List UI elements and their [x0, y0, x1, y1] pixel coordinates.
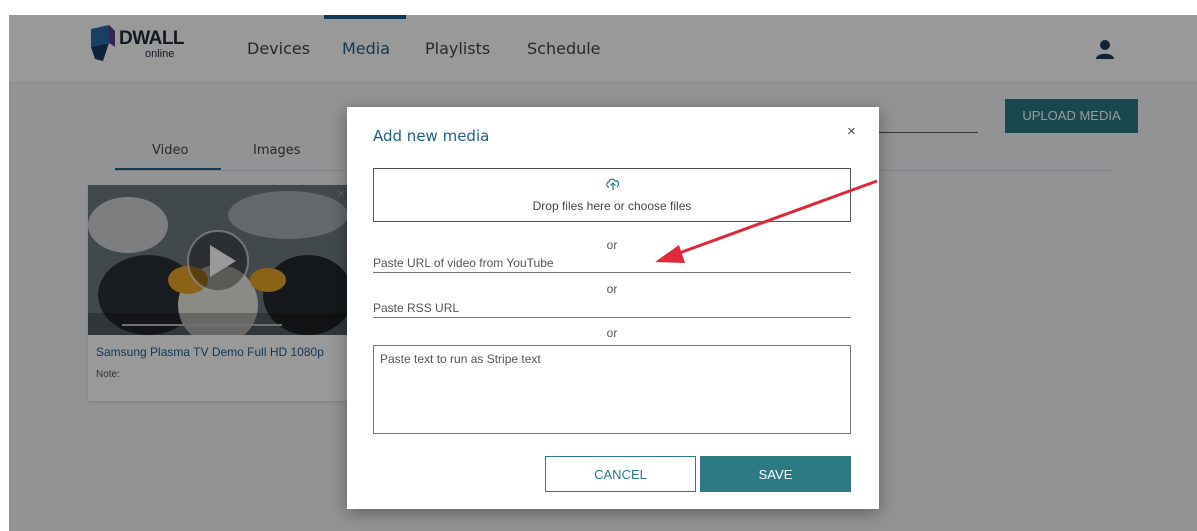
dialog-title: Add new media	[373, 127, 490, 145]
rss-url-input[interactable]	[373, 298, 851, 318]
or-divider-2: or	[606, 282, 618, 296]
add-media-dialog: Add new media × Drop files here or choos…	[347, 107, 879, 509]
app-window: DWALL online Devices Media Playlists Sch…	[9, 15, 1197, 531]
or-divider-1: or	[606, 238, 618, 252]
youtube-url-input[interactable]	[373, 253, 851, 273]
cancel-button[interactable]: CANCEL	[545, 456, 696, 492]
cloud-upload-icon	[606, 178, 620, 190]
or-divider-3: or	[606, 326, 618, 340]
save-button[interactable]: SAVE	[700, 456, 851, 492]
file-dropzone[interactable]: Drop files here or choose files	[373, 168, 851, 222]
close-icon[interactable]: ×	[847, 123, 856, 140]
dropzone-text: Drop files here or choose files	[532, 199, 692, 213]
stripe-text-input[interactable]	[373, 345, 851, 434]
